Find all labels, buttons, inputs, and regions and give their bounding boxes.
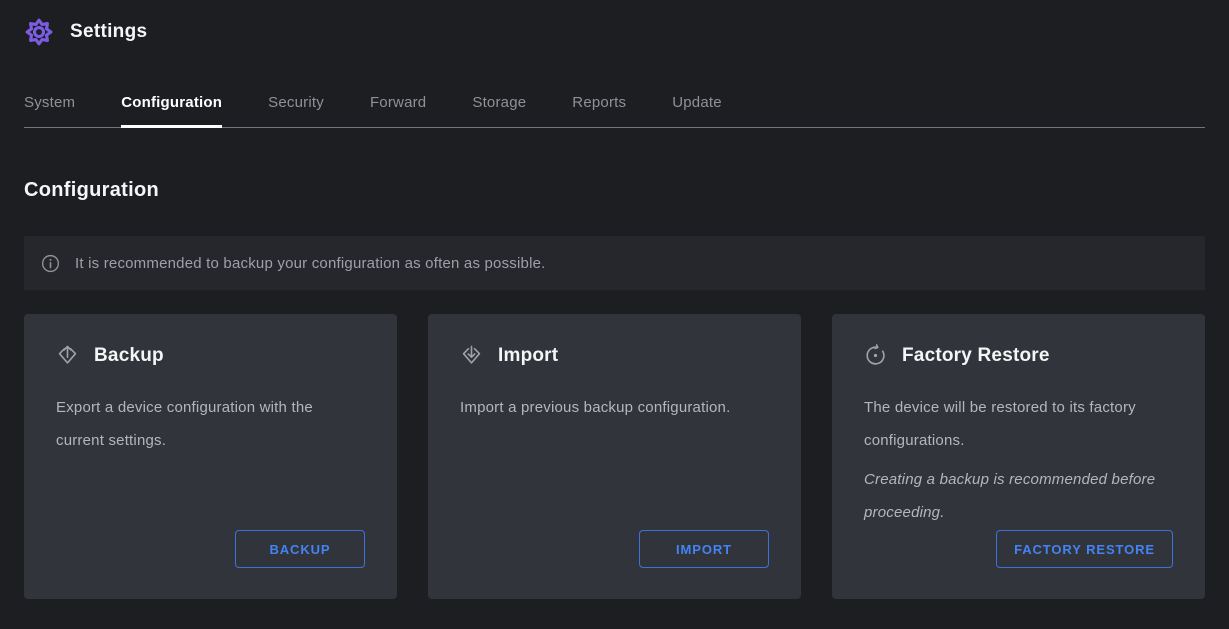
- backup-button[interactable]: BACKUP: [235, 530, 365, 568]
- import-card-header: Import: [460, 344, 769, 367]
- tab-update[interactable]: Update: [672, 93, 722, 127]
- tab-system[interactable]: System: [24, 93, 75, 127]
- page-title: Configuration: [24, 179, 1205, 201]
- tab-bar: System Configuration Security Forward St…: [24, 93, 1205, 128]
- import-card-description: Import a previous backup configuration.: [460, 391, 765, 424]
- tab-forward[interactable]: Forward: [370, 93, 426, 127]
- tab-security[interactable]: Security: [268, 93, 324, 127]
- app-header: Settings: [0, 0, 1229, 47]
- factory-restore-button[interactable]: FACTORY RESTORE: [996, 530, 1173, 568]
- backup-card-description: Export a device configuration with the c…: [56, 391, 361, 457]
- factory-restore-card: Factory Restore The device will be resto…: [832, 314, 1205, 599]
- tab-reports[interactable]: Reports: [572, 93, 626, 127]
- factory-restore-card-description: The device will be restored to its facto…: [864, 391, 1169, 457]
- factory-restore-card-header: Factory Restore: [864, 344, 1173, 367]
- info-icon: [40, 253, 61, 274]
- import-button[interactable]: IMPORT: [639, 530, 769, 568]
- factory-restore-card-note: Creating a backup is recommended before …: [864, 463, 1169, 529]
- tab-configuration[interactable]: Configuration: [121, 93, 222, 127]
- card-row: Backup Export a device configuration wit…: [24, 314, 1205, 599]
- factory-restore-card-title: Factory Restore: [902, 345, 1050, 367]
- upload-icon: [56, 344, 79, 367]
- backup-card-header: Backup: [56, 344, 365, 367]
- notice-text: It is recommended to backup your configu…: [75, 255, 546, 272]
- app-title: Settings: [70, 21, 147, 43]
- download-icon: [460, 344, 483, 367]
- import-card: Import Import a previous backup configur…: [428, 314, 801, 599]
- import-card-title: Import: [498, 345, 558, 367]
- backup-card-title: Backup: [94, 345, 164, 367]
- tab-storage[interactable]: Storage: [472, 93, 526, 127]
- restore-icon: [864, 344, 887, 367]
- backup-card: Backup Export a device configuration wit…: [24, 314, 397, 599]
- notice-banner: It is recommended to backup your configu…: [24, 236, 1205, 290]
- gear-icon: [24, 17, 54, 47]
